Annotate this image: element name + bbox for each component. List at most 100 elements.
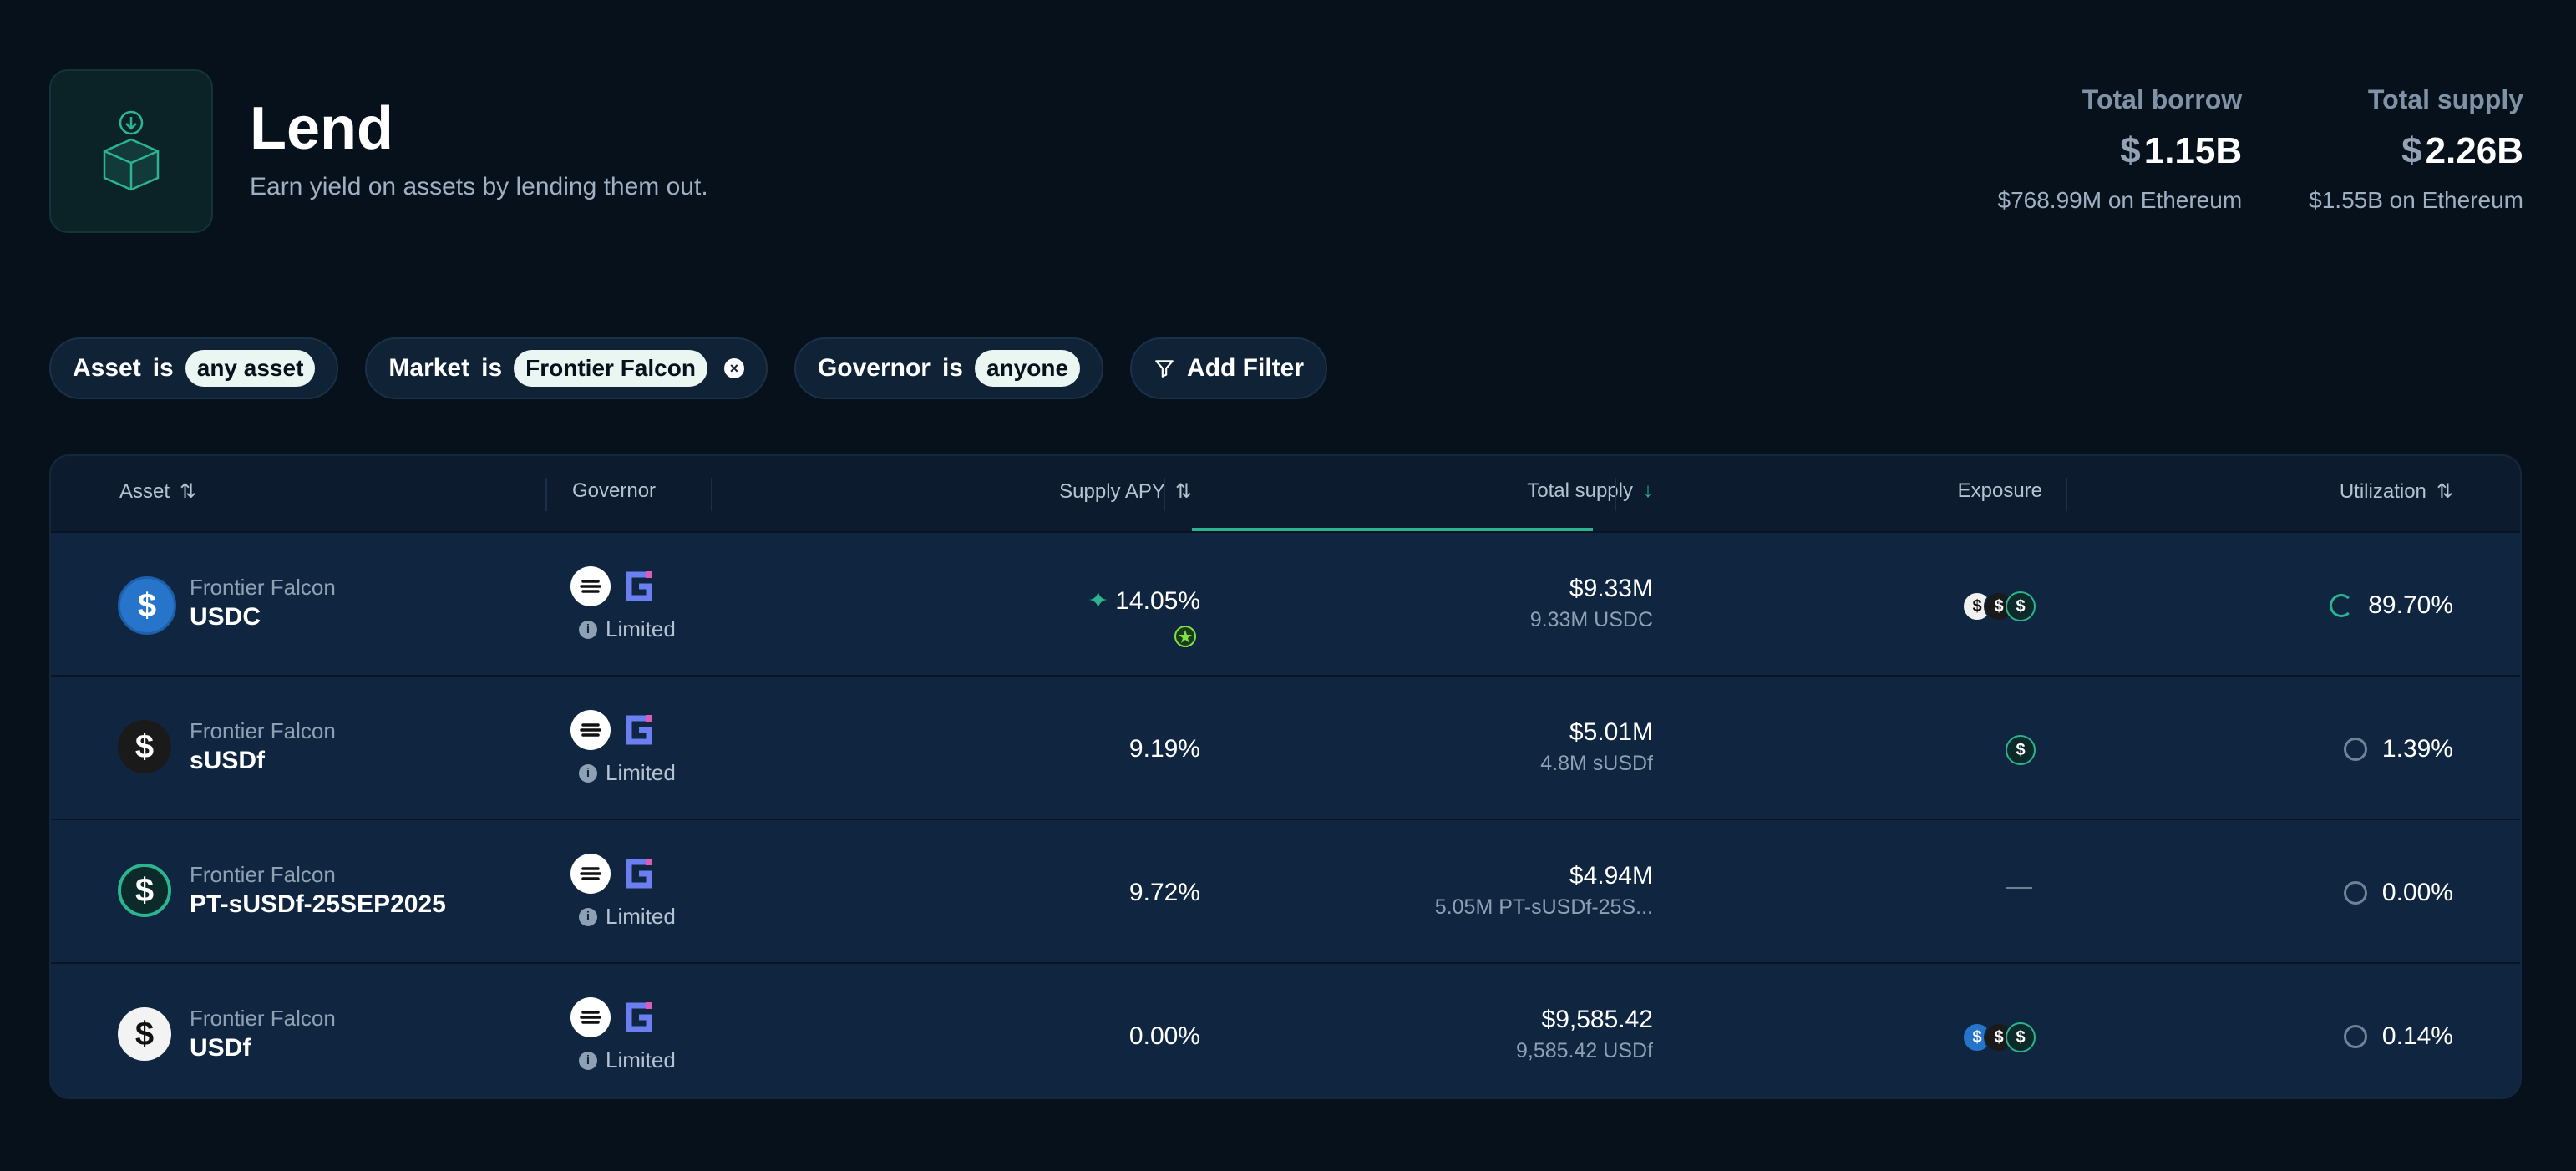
apy-value: 9.72% — [1128, 879, 1200, 906]
clear-filter-icon[interactable]: × — [723, 358, 744, 378]
supply-usd: $4.94M — [1569, 862, 1653, 890]
governor-g-icon — [619, 997, 659, 1037]
supply-apy: ✦ 14.05% — [1088, 586, 1200, 616]
add-filter-button[interactable]: Add Filter — [1130, 337, 1328, 399]
table-row[interactable]: $ Frontier Falcon USDC i Limited ✦ 14.05% … — [51, 531, 2520, 675]
apy-value: 9.19% — [1128, 735, 1200, 763]
apy-value: 14.05% — [1115, 586, 1200, 615]
column-utilization[interactable]: Utilization ⇅ — [2340, 479, 2453, 504]
supply-native: 5.05M PT-sUSDf-25S... — [1434, 895, 1653, 919]
markets-table: Asset ⇅ Governor Supply APY ⇅ Total supp… — [49, 454, 2522, 1099]
column-divider — [2066, 478, 2067, 511]
market-filter[interactable]: Market is Frontier Falcon × — [365, 337, 768, 399]
governor-icons — [570, 710, 659, 750]
pt-susdf-icon: $ — [2006, 735, 2036, 765]
governor-logo-icon — [570, 710, 611, 750]
utilization-value: 89.70% — [2368, 591, 2453, 619]
supply-apy: 9.72% — [1129, 879, 1200, 907]
page-header: Lend Earn yield on assets by lending the… — [49, 69, 2523, 233]
column-asset[interactable]: Asset ⇅ — [119, 479, 196, 504]
column-label: Exposure — [1957, 479, 2042, 502]
filter-op: is — [941, 354, 963, 382]
column-label: Governor — [572, 479, 657, 502]
supply-usd: $9.33M — [1569, 575, 1653, 602]
utilization-ring — [2330, 594, 2354, 617]
filter-value[interactable]: Frontier Falcon — [514, 350, 707, 387]
governance-status: i Limited — [579, 904, 676, 930]
supply-usd: $9,585.42 — [1541, 1006, 1653, 1033]
utilization-value: 0.14% — [2381, 1022, 2453, 1050]
asset-market: Frontier Falcon — [190, 862, 336, 887]
table-row[interactable]: $ Frontier Falcon USDf i Limited 0.00% $9… — [51, 962, 2520, 1097]
column-divider — [1615, 478, 1616, 511]
column-label: Asset — [119, 479, 170, 503]
asset-name: sUSDf — [190, 747, 266, 774]
supply-apy: 9.19% — [1129, 735, 1200, 763]
column-label: Total supply — [1527, 479, 1633, 502]
governance-status: i Limited — [579, 1047, 676, 1073]
asset-name: USDC — [190, 603, 261, 631]
utilization-value: 0.00% — [2381, 879, 2453, 906]
governor-g-icon — [619, 854, 659, 894]
info-icon[interactable]: i — [579, 620, 597, 639]
table-row[interactable]: $ Frontier Falcon sUSDf i Limited 9.19% $… — [51, 675, 2520, 819]
page-subtitle: Earn yield on assets by lending them out… — [250, 173, 708, 200]
pt-susdf-icon: $ — [2006, 1022, 2036, 1052]
governance-label: Limited — [606, 760, 676, 785]
usdf-icon: $ — [118, 1007, 171, 1061]
column-supply-apy[interactable]: Supply APY ⇅ — [1059, 479, 1192, 504]
asset-name: USDf — [190, 1034, 251, 1062]
column-governor: Governor — [572, 479, 656, 503]
filter-field: Asset — [73, 354, 141, 382]
governor-logo-icon — [570, 997, 611, 1037]
total-borrow-ethereum: $768.99M on Ethereum — [1997, 187, 2243, 213]
governor-g-icon — [619, 710, 659, 750]
filter-field: Market — [388, 354, 470, 382]
susdf-icon: $ — [118, 720, 171, 773]
asset-market: Frontier Falcon — [190, 718, 336, 743]
filter-value[interactable]: anyone — [975, 350, 1081, 387]
total-supply: Total supply $2.26B $1.55B on Ethereum — [2309, 84, 2523, 214]
info-icon[interactable]: i — [579, 907, 597, 926]
page-title: Lend — [250, 95, 393, 162]
lend-logo — [49, 69, 213, 233]
column-total-supply[interactable]: Total supply ↓ — [1527, 479, 1653, 503]
box-download-icon — [103, 110, 160, 191]
governor-logo-icon — [570, 566, 611, 606]
pt-susdf-icon: $ — [118, 864, 171, 917]
column-divider — [1164, 478, 1165, 511]
table-row[interactable]: $ Frontier Falcon PT-sUSDf-25SEP2025 i Li… — [51, 819, 2520, 962]
asset-filter[interactable]: Asset is any asset — [49, 337, 339, 399]
filter-value[interactable]: any asset — [185, 350, 316, 387]
total-supply-cell: $5.01M 4.8M sUSDf — [1540, 718, 1653, 776]
exposure-icons[interactable]: $ $ $ — [1962, 1022, 2036, 1052]
total-supply-value: 2.26B — [2425, 130, 2523, 171]
utilization-cell: 0.14% — [2343, 1022, 2453, 1051]
info-icon[interactable]: i — [579, 1051, 597, 1070]
governor-icons — [570, 997, 659, 1037]
filter-op: is — [481, 354, 503, 382]
governor-icons — [570, 854, 659, 894]
no-exposure-dash — [2006, 887, 2032, 889]
asset-market: Frontier Falcon — [190, 575, 336, 600]
filter-op: is — [152, 354, 174, 382]
sort-desc-icon: ↓ — [1643, 479, 1653, 502]
total-supply-cell: $9,585.42 9,585.42 USDf — [1516, 1006, 1653, 1063]
asset-market: Frontier Falcon — [190, 1006, 336, 1031]
supply-native: 4.8M sUSDf — [1540, 752, 1653, 775]
info-icon[interactable]: i — [579, 763, 597, 783]
total-supply-cell: $4.94M 5.05M PT-sUSDf-25S... — [1435, 862, 1653, 920]
exposure-icons[interactable]: $ $ $ — [1962, 591, 2036, 621]
utilization-cell: 89.70% — [2330, 591, 2453, 620]
usdc-icon: $ — [118, 576, 176, 635]
total-borrow-value: 1.15B — [2143, 130, 2243, 171]
sort-icon: ⇅ — [1174, 480, 1192, 503]
governor-filter[interactable]: Governor is anyone — [794, 337, 1104, 399]
exposure-icons[interactable]: $ — [2006, 735, 2036, 765]
supply-native: 9,585.42 USDf — [1516, 1039, 1653, 1062]
utilization-cell: 0.00% — [2343, 879, 2453, 907]
reward-token-icon[interactable] — [1174, 625, 1197, 652]
add-filter-label: Add Filter — [1187, 354, 1305, 382]
supply-apy: 0.00% — [1129, 1022, 1200, 1051]
column-label: Supply APY — [1059, 479, 1165, 503]
